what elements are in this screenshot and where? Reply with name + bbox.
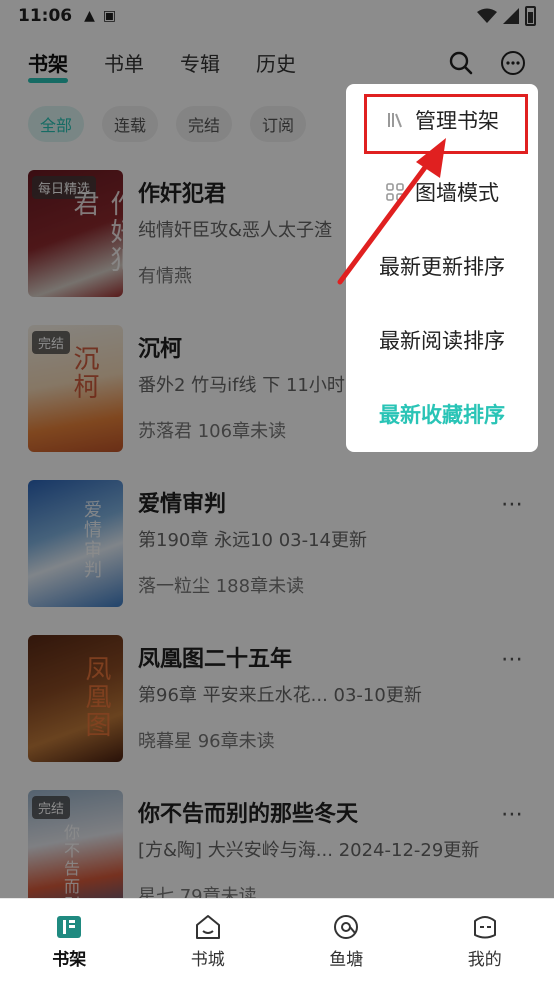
menu-item-sort-latest-favorite[interactable]: 最新收藏排序 xyxy=(346,394,538,434)
profile-icon xyxy=(473,916,496,939)
bookshelf-nav-icon xyxy=(57,916,82,938)
menu-item-label: 图墙模式 xyxy=(415,181,499,205)
nav-pond[interactable]: 鱼塘 xyxy=(277,899,416,984)
nav-profile[interactable]: 我的 xyxy=(416,899,554,984)
menu-item-grid-mode[interactable]: 图墙模式 xyxy=(346,172,538,212)
menu-item-sort-latest-update[interactable]: 最新更新排序 xyxy=(346,246,538,286)
grid-icon xyxy=(385,182,405,202)
nav-label: 鱼塘 xyxy=(329,950,364,970)
menu-item-sort-latest-read[interactable]: 最新阅读排序 xyxy=(346,320,538,360)
nav-store[interactable]: 书城 xyxy=(139,899,278,984)
nav-bookshelf[interactable]: 书架 xyxy=(0,899,139,984)
nav-label: 书架 xyxy=(52,950,87,970)
highlight-box xyxy=(364,94,528,154)
pond-icon xyxy=(334,915,359,939)
nav-label: 我的 xyxy=(467,950,502,970)
bottom-nav: 书架 书城 鱼塘 我的 xyxy=(0,898,554,984)
nav-label: 书城 xyxy=(190,950,225,970)
store-icon xyxy=(195,915,220,939)
